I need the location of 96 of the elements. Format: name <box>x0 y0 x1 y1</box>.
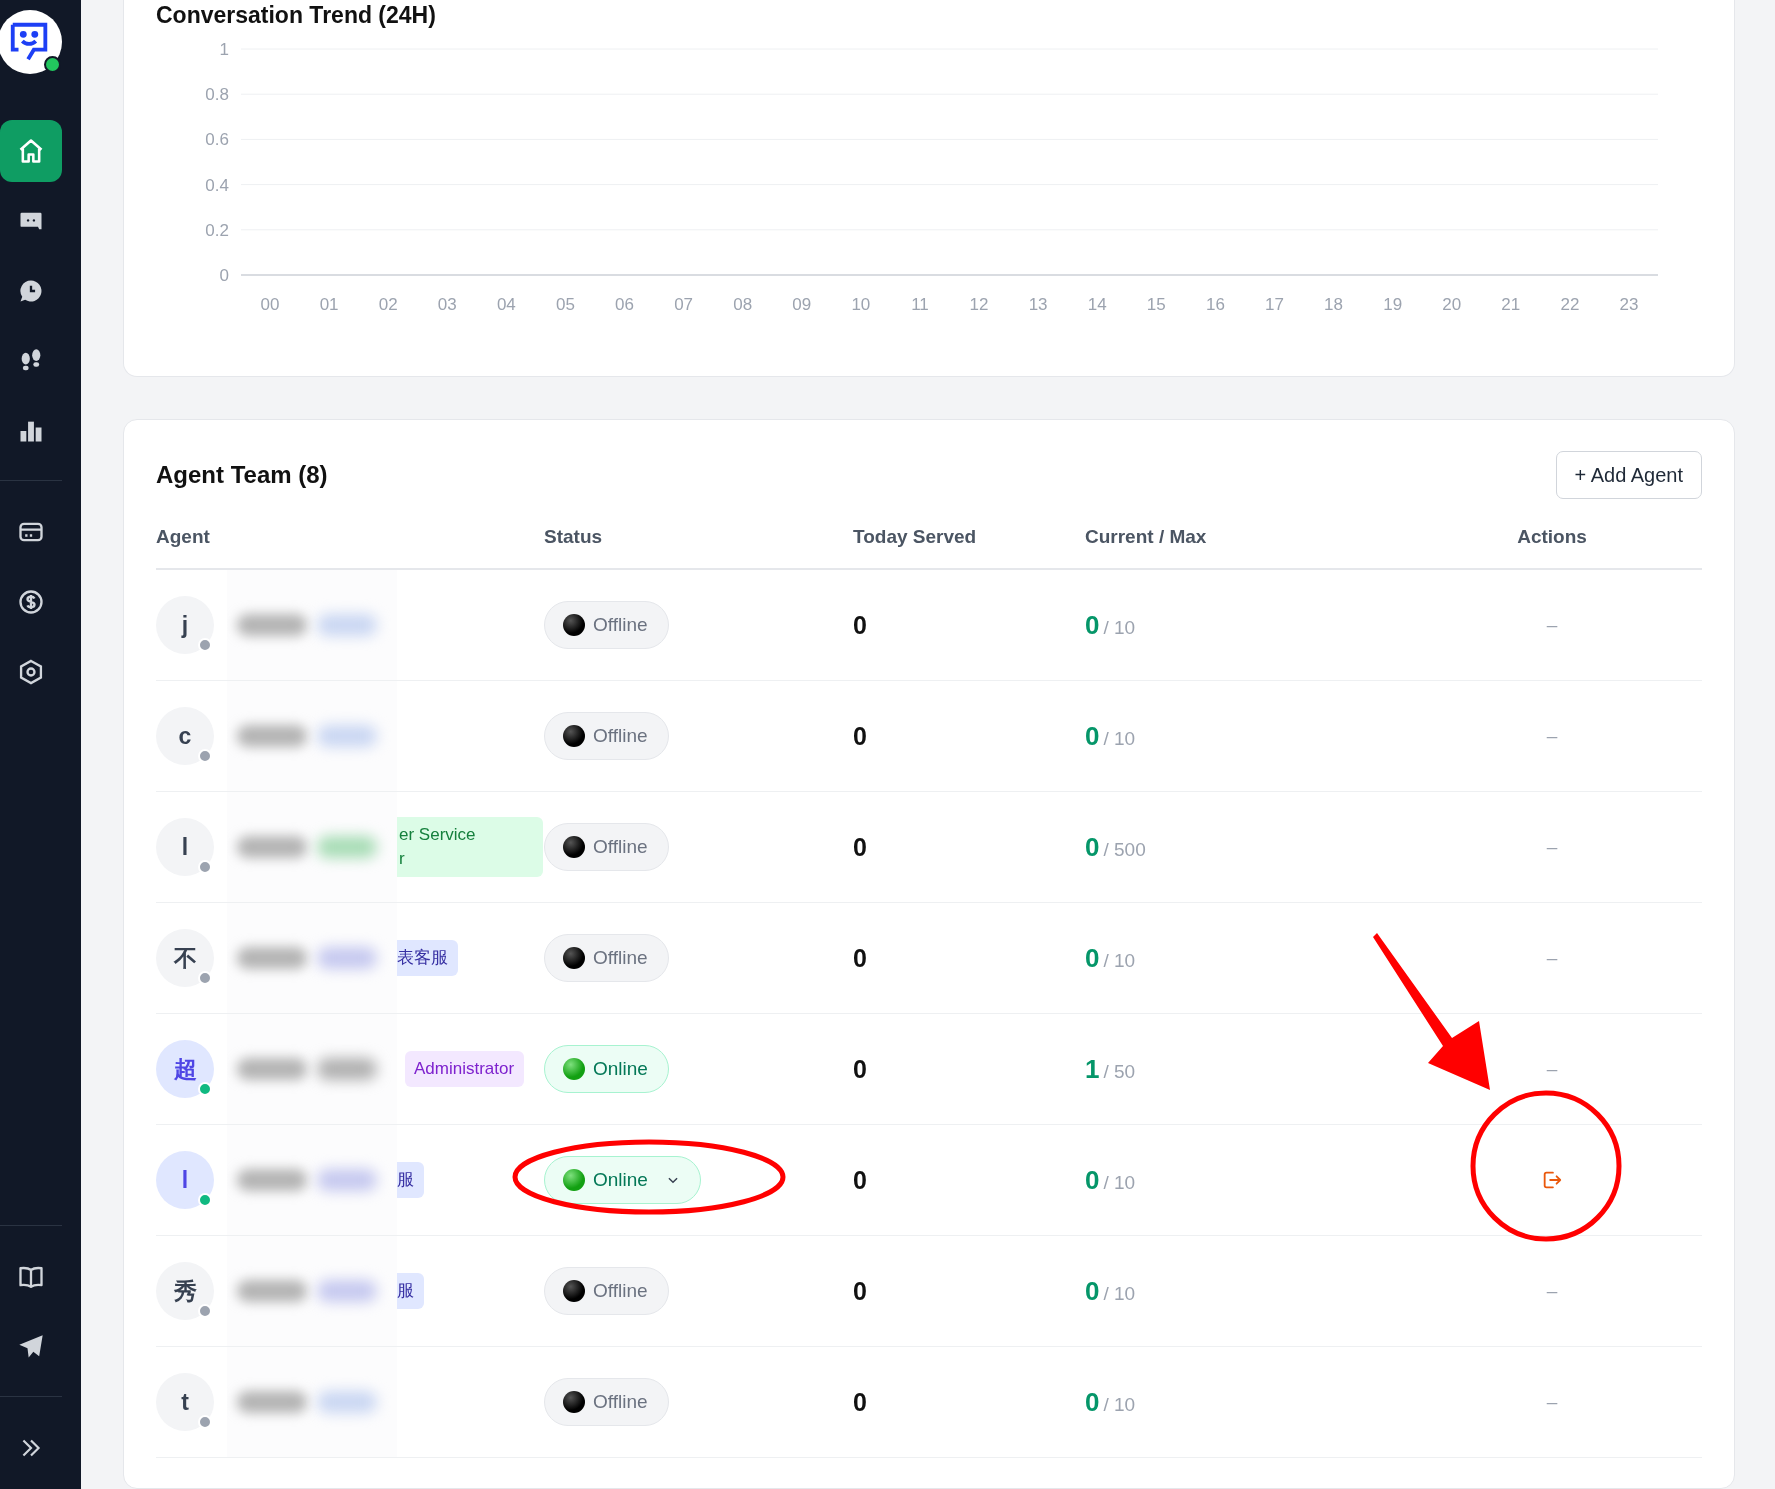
x-tick-label: 14 <box>1087 295 1107 314</box>
status-pill[interactable]: Offline <box>544 712 669 760</box>
max-count: / 10 <box>1103 616 1136 639</box>
served-count: 0 <box>853 610 867 640</box>
served-count: 0 <box>853 721 867 751</box>
y-tick-label: 0.4 <box>205 175 229 195</box>
x-tick-label: 08 <box>733 295 753 314</box>
x-tick-label: 10 <box>851 295 871 314</box>
current-count: 1 <box>1085 1053 1100 1085</box>
role-tag: Administrator <box>405 1051 525 1087</box>
avatar: l <box>156 818 214 876</box>
role-tag: 表客服 <box>397 940 458 976</box>
column-header: Agent <box>156 526 211 548</box>
avatar: t <box>156 1373 214 1431</box>
current-count: 0 <box>1085 942 1100 974</box>
x-tick-label: 19 <box>1383 295 1403 314</box>
y-tick-label: 0.2 <box>205 220 229 240</box>
x-tick-label: 17 <box>1265 295 1284 314</box>
status-pill[interactable]: Offline <box>544 823 669 871</box>
add-agent-button[interactable]: + Add Agent <box>1555 451 1702 499</box>
x-tick-label: 16 <box>1205 295 1225 314</box>
status-pill[interactable]: Offline <box>544 601 669 649</box>
served-count: 0 <box>853 1387 867 1417</box>
x-tick-label: 18 <box>1324 295 1344 314</box>
card-title: Conversation Trend (24H) <box>156 2 437 28</box>
nav-item[interactable] <box>0 120 62 182</box>
x-tick-label: 21 <box>1501 295 1521 314</box>
avatar: j <box>156 596 214 654</box>
avatar: 不 <box>156 929 214 987</box>
x-tick-label: 03 <box>437 295 457 314</box>
x-tick-label: 02 <box>378 295 398 314</box>
home-icon <box>17 137 45 165</box>
status-pill[interactable]: Offline <box>544 1267 669 1315</box>
no-action: – <box>1546 947 1558 969</box>
y-tick-label: 0 <box>219 266 229 285</box>
dollar-icon <box>17 588 45 616</box>
card-title: Agent Team (8) <box>156 461 328 489</box>
x-tick-label: 15 <box>1146 295 1166 314</box>
no-action: – <box>1546 614 1558 636</box>
x-tick-label: 04 <box>496 295 516 314</box>
avatar: l <box>156 1151 214 1209</box>
no-action: – <box>1546 1391 1558 1413</box>
y-tick-label: 0.6 <box>205 130 229 150</box>
role-tag: er Service r <box>397 817 543 877</box>
max-count: / 10 <box>1103 1393 1136 1416</box>
x-tick-label: 20 <box>1442 295 1462 314</box>
status-pill[interactable]: Offline <box>544 1378 669 1426</box>
served-count: 0 <box>853 1165 867 1195</box>
x-tick-label: 13 <box>1028 295 1048 314</box>
y-tick-label: 1 <box>219 40 229 59</box>
current-count: 0 <box>1085 609 1100 641</box>
logout-icon <box>1541 1169 1563 1191</box>
x-tick-label: 11 <box>911 295 929 314</box>
max-count: / 50 <box>1103 1060 1136 1083</box>
status-pill[interactable]: Online <box>544 1156 701 1204</box>
x-tick-label: 23 <box>1619 295 1639 314</box>
max-count: / 10 <box>1103 1171 1136 1194</box>
x-tick-label: 22 <box>1560 295 1580 314</box>
x-tick-label: 06 <box>615 295 634 314</box>
settings-icon <box>17 658 45 686</box>
current-count: 0 <box>1085 1275 1100 1307</box>
avatar: 超 <box>156 1040 214 1098</box>
current-count: 0 <box>1085 1386 1100 1418</box>
column-header: Current / Max <box>1085 526 1208 548</box>
avatar: 秀 <box>156 1262 214 1320</box>
served-count: 0 <box>853 1054 867 1084</box>
role-tag: 服 <box>397 1273 424 1309</box>
max-count: / 10 <box>1103 949 1136 972</box>
x-tick-label: 05 <box>555 295 575 314</box>
column-header: Actions <box>1517 526 1587 548</box>
status-pill[interactable]: Online <box>544 1045 669 1093</box>
current-count: 0 <box>1085 1164 1100 1196</box>
x-tick-label: 07 <box>674 295 694 314</box>
y-tick-label: 0.8 <box>205 85 229 105</box>
current-count: 0 <box>1085 720 1100 752</box>
current-count: 0 <box>1085 831 1100 863</box>
role-tag: 服 <box>397 1162 424 1198</box>
max-count: / 10 <box>1103 1282 1136 1305</box>
served-count: 0 <box>853 943 867 973</box>
x-tick-label: 01 <box>319 295 339 314</box>
x-tick-label: 12 <box>969 295 989 314</box>
max-count: / 10 <box>1103 727 1136 750</box>
x-tick-label: 00 <box>260 295 280 314</box>
max-count: / 500 <box>1103 838 1146 861</box>
avatar: c <box>156 707 214 765</box>
served-count: 0 <box>853 1276 867 1306</box>
column-header: Status <box>544 526 604 548</box>
no-action: – <box>1546 725 1558 747</box>
served-count: 0 <box>853 832 867 862</box>
no-action: – <box>1546 1280 1558 1302</box>
logo[interactable] <box>0 10 62 74</box>
no-action: – <box>1546 1058 1558 1080</box>
x-tick-label: 09 <box>792 295 812 314</box>
no-action: – <box>1546 836 1558 858</box>
status-pill[interactable]: Offline <box>544 934 669 982</box>
column-header: Today Served <box>853 526 978 548</box>
